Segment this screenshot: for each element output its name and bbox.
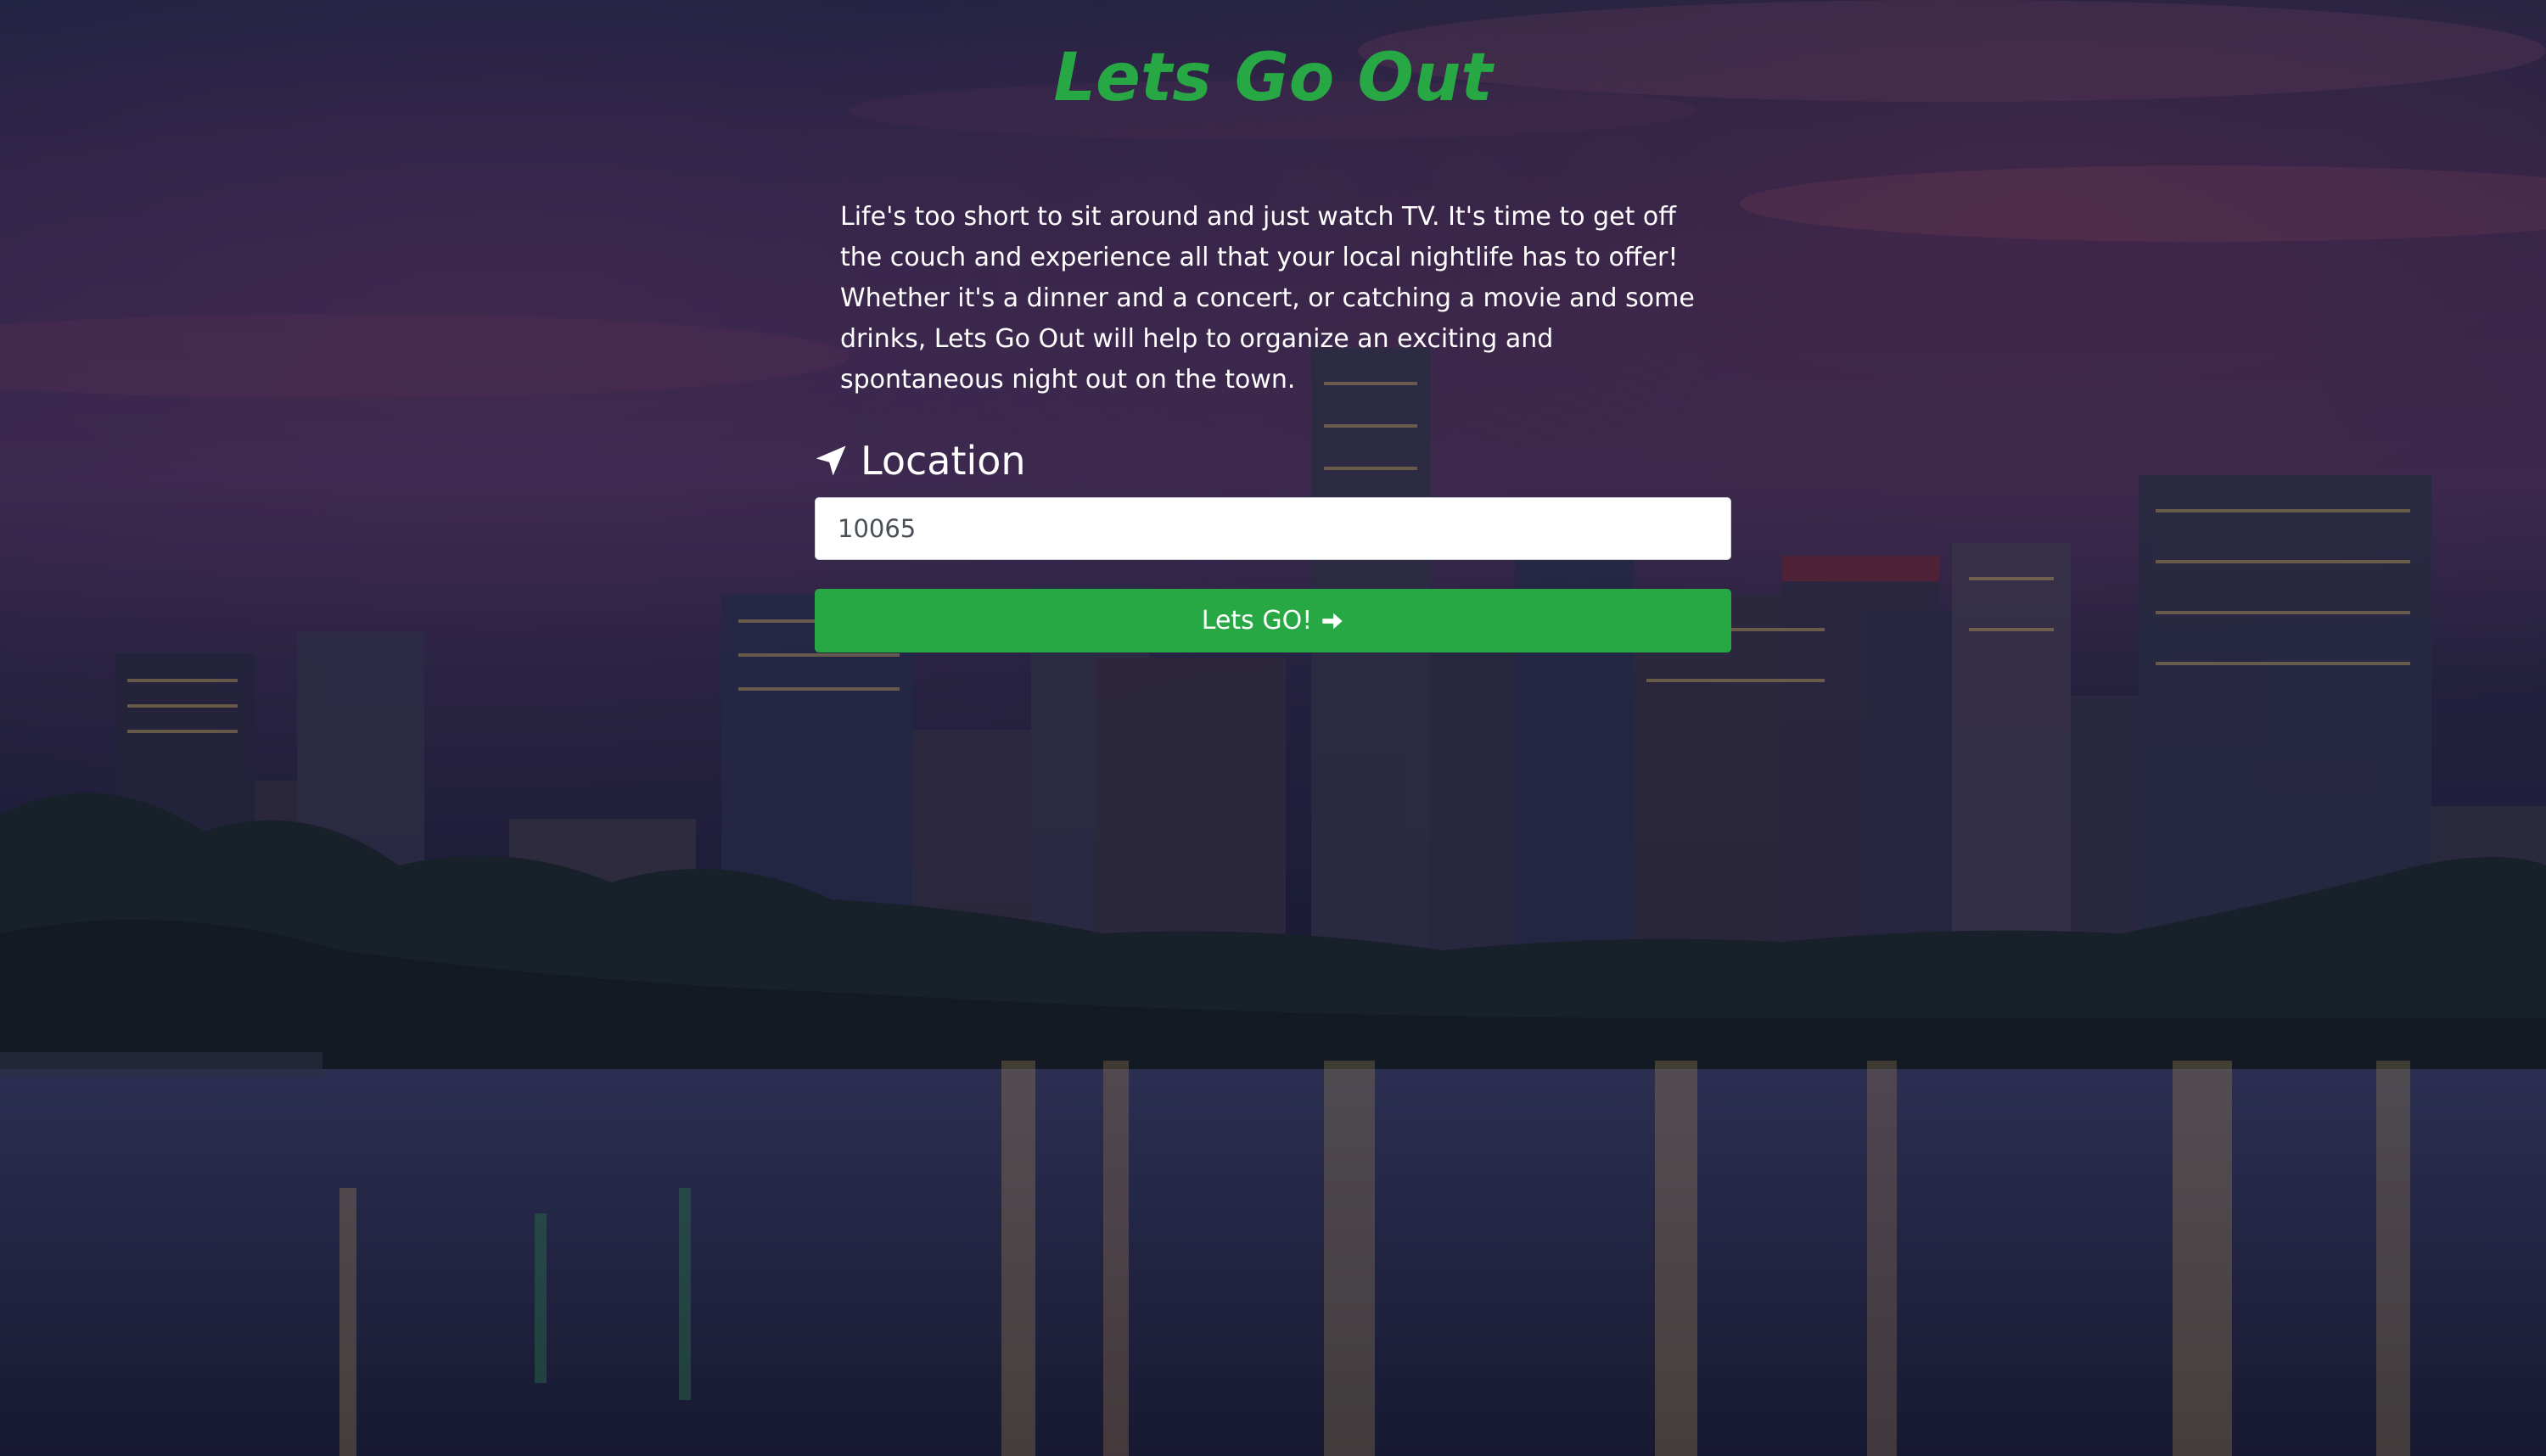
arrow-right-icon [1322,613,1343,629]
location-input[interactable] [815,497,1731,560]
location-label-text: Location [861,438,1026,484]
location-arrow-icon [816,445,846,476]
page: Lets Go Out Life's too short to sit arou… [0,0,2546,1456]
lets-go-button[interactable]: Lets GO! [815,589,1731,652]
page-title: Lets Go Out [1053,40,1493,116]
lets-go-button-label: Lets GO! [1201,606,1313,636]
main-content: Lets Go Out Life's too short to sit arou… [0,0,2546,1456]
intro-text: Life's too short to sit around and just … [840,202,1695,395]
location-label: Location [813,433,1026,489]
